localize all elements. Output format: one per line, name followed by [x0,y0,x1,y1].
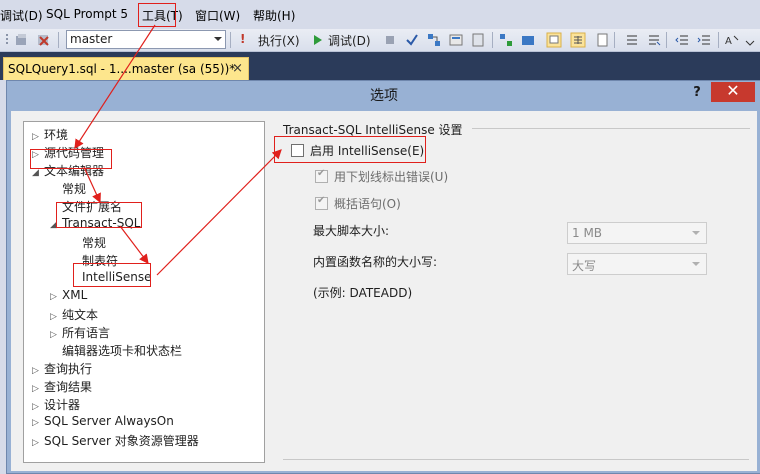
arrow-intellisense-to-enable [156,149,282,276]
annotation-arrows [74,24,282,276]
arrow-tools-to-text-editor [74,24,156,150]
arrow-text-editor-to-tsql [83,166,101,204]
arrow-tsql-to-intellisense [119,225,149,264]
